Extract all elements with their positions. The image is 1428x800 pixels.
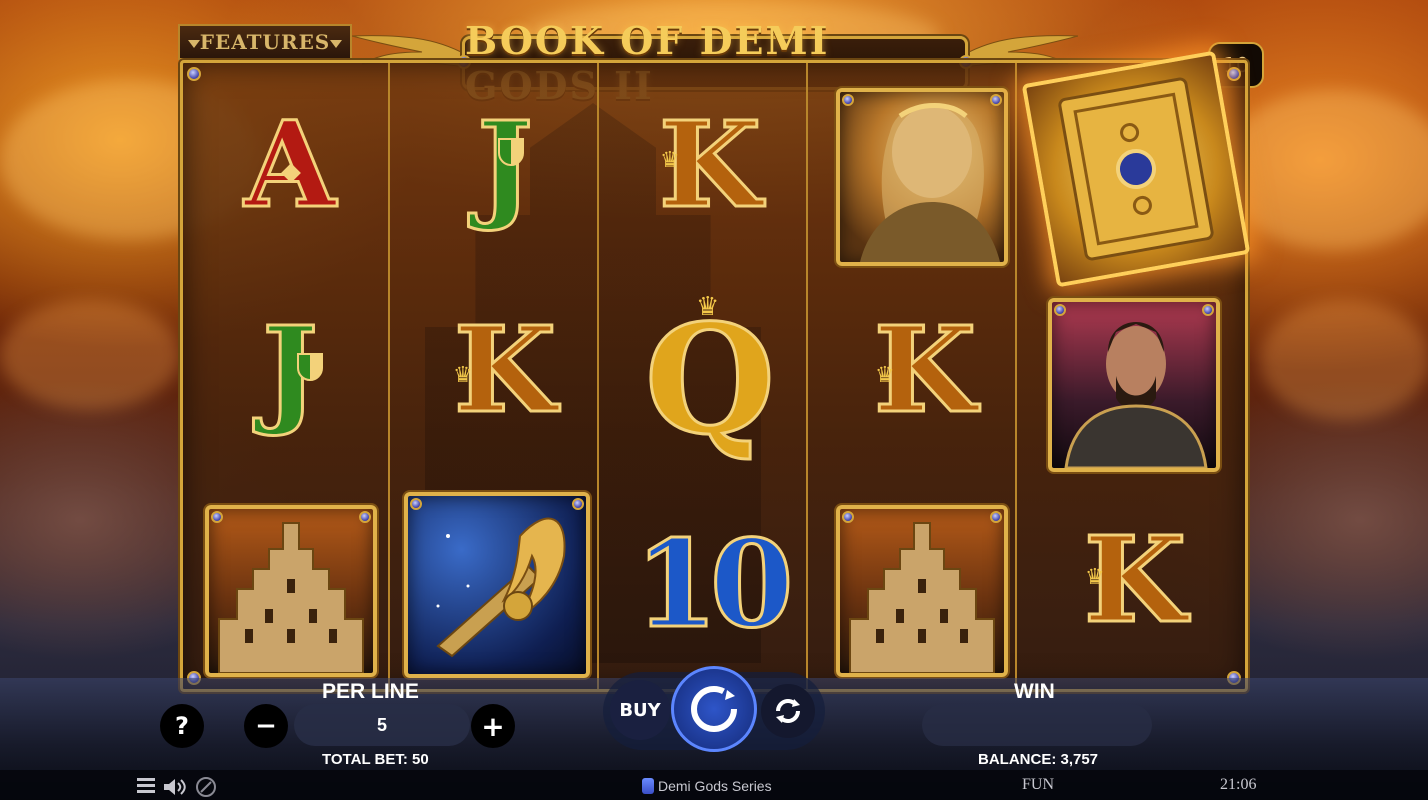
gem-ornament xyxy=(359,511,371,523)
symbol-k: K ♛ xyxy=(1055,515,1215,645)
autoplay-icon xyxy=(776,699,800,723)
features-button[interactable]: FEATURES xyxy=(178,24,352,60)
menu-icon[interactable] xyxy=(137,778,155,794)
per-line-label: PER LINE xyxy=(322,680,419,703)
win-label: WIN xyxy=(1014,680,1055,703)
gem-ornament xyxy=(990,511,1002,523)
gem-ornament xyxy=(842,511,854,523)
symbol-castle xyxy=(205,505,377,677)
gem-ornament xyxy=(410,498,422,510)
gem-ornament xyxy=(187,67,201,81)
symbol-letter: 10 xyxy=(633,514,795,655)
per-line-value-field: 5 xyxy=(294,704,470,746)
crown-icon: ♛ xyxy=(875,363,895,388)
brand: Demi Gods Series xyxy=(642,778,772,794)
increase-bet-button[interactable]: + xyxy=(471,704,515,748)
buy-button[interactable]: BUY xyxy=(610,680,670,740)
symbol-j: J xyxy=(440,100,570,230)
castle-icon xyxy=(849,522,995,673)
features-label: FEATURES xyxy=(199,30,331,54)
crown-icon: ♛ xyxy=(1085,565,1105,590)
symbol-warrior xyxy=(1048,298,1220,472)
symbol-j: J xyxy=(225,305,355,435)
symbol-k: K ♛ xyxy=(845,305,1005,435)
turbo-icon[interactable] xyxy=(194,776,218,798)
gem-ornament xyxy=(211,511,223,523)
game-mode: FUN xyxy=(1022,776,1055,793)
symbol-wings xyxy=(404,492,590,678)
balance: BALANCE: 3,757 xyxy=(978,751,1099,768)
castle-icon xyxy=(218,522,364,673)
warrior-portrait-icon xyxy=(1064,322,1208,468)
gem-ornament xyxy=(1054,304,1066,316)
decrease-bet-button[interactable]: − xyxy=(244,704,288,748)
crown-icon: ♛ xyxy=(696,292,720,322)
shield-icon xyxy=(498,138,524,166)
crown-icon: ♛ xyxy=(453,363,473,388)
goddess-portrait-icon xyxy=(860,103,1000,262)
winged-helmet-icon xyxy=(436,517,566,658)
crown-icon: ♛ xyxy=(660,148,680,173)
help-icon: ? xyxy=(175,712,189,740)
gem-ornament xyxy=(572,498,584,510)
shield-icon xyxy=(297,353,323,381)
chevron-down-icon xyxy=(330,40,342,48)
symbol-book xyxy=(1021,50,1251,288)
total-bet: TOTAL BET: 50 xyxy=(322,751,429,768)
plus-icon: + xyxy=(481,709,505,743)
gem-ornament xyxy=(842,94,854,106)
spin-button[interactable] xyxy=(671,666,757,752)
symbol-k: K ♛ xyxy=(425,305,585,435)
symbol-letter: Q xyxy=(643,292,777,468)
gem-ornament xyxy=(1227,67,1241,81)
gem-ornament xyxy=(1202,304,1214,316)
book-icon xyxy=(1058,77,1214,261)
win-field xyxy=(922,704,1152,746)
speaker-icon[interactable] xyxy=(162,776,188,798)
help-button[interactable]: ? xyxy=(160,704,204,748)
spin-icon xyxy=(691,686,737,732)
symbol-a: A xyxy=(210,100,370,230)
symbol-k: K ♛ xyxy=(630,100,790,230)
autoplay-button[interactable] xyxy=(761,684,815,738)
clock: 21:06 xyxy=(1220,776,1257,793)
symbol-ten: 10 xyxy=(625,515,795,655)
symbol-q: Q ♛ xyxy=(630,292,790,468)
brand-name: Demi Gods Series xyxy=(658,778,772,794)
symbol-goddess xyxy=(836,88,1008,266)
minus-icon: − xyxy=(255,711,277,741)
gem-ornament xyxy=(990,94,1002,106)
buy-label: BUY xyxy=(619,699,661,721)
chevron-down-icon xyxy=(188,40,200,48)
symbol-castle xyxy=(836,505,1008,677)
per-line-value: 5 xyxy=(376,714,387,735)
brand-logo-icon xyxy=(642,778,654,794)
